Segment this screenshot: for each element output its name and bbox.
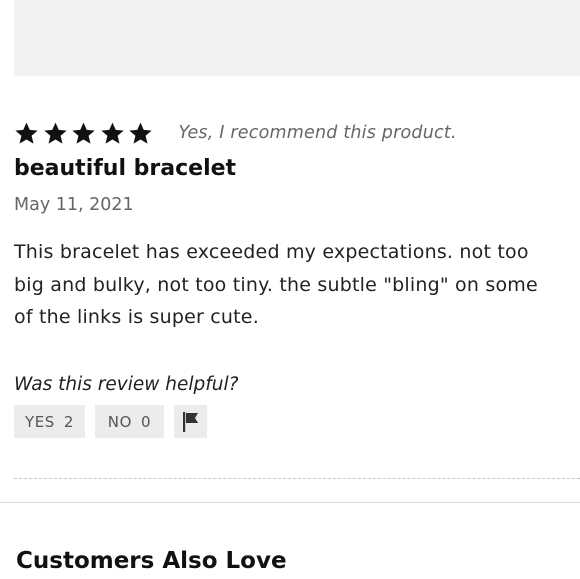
review-body-line: of the links is super cute. xyxy=(14,306,259,328)
no-count: 0 xyxy=(141,412,152,431)
star-icon xyxy=(72,122,95,144)
flag-icon xyxy=(182,411,198,432)
star-rating xyxy=(14,121,157,146)
star-icon xyxy=(129,122,152,144)
helpful-yes-button[interactable]: YES 2 xyxy=(14,405,85,438)
review-body-line: big and bulky, not too tiny. the subtle … xyxy=(14,273,538,296)
review-body-line: This bracelet has exceeded my expectatio… xyxy=(14,241,529,263)
no-label: NO xyxy=(107,412,133,431)
yes-label: YES xyxy=(24,412,55,431)
review-date: May 11, 2021 xyxy=(14,195,134,215)
helpful-vote-row: YES 2 NO 0 xyxy=(14,405,207,438)
review-title: beautiful bracelet xyxy=(14,156,237,181)
helpful-question: Was this review helpful? xyxy=(14,374,239,395)
section-divider xyxy=(0,502,580,503)
section-title: Customers Also Love xyxy=(16,548,287,574)
review-body: This bracelet has exceeded my expectatio… xyxy=(14,236,580,334)
helpful-no-button[interactable]: NO 0 xyxy=(95,405,164,438)
star-icon xyxy=(15,122,38,144)
image-placeholder-panel xyxy=(14,0,580,76)
review-rating-row: Yes, I recommend this product. xyxy=(14,118,457,148)
star-icon xyxy=(100,122,124,144)
review-divider xyxy=(14,478,580,479)
star-icon xyxy=(43,122,67,144)
yes-count: 2 xyxy=(63,412,75,431)
report-review-button[interactable] xyxy=(174,405,207,438)
recommend-text: Yes, I recommend this product. xyxy=(178,123,457,143)
